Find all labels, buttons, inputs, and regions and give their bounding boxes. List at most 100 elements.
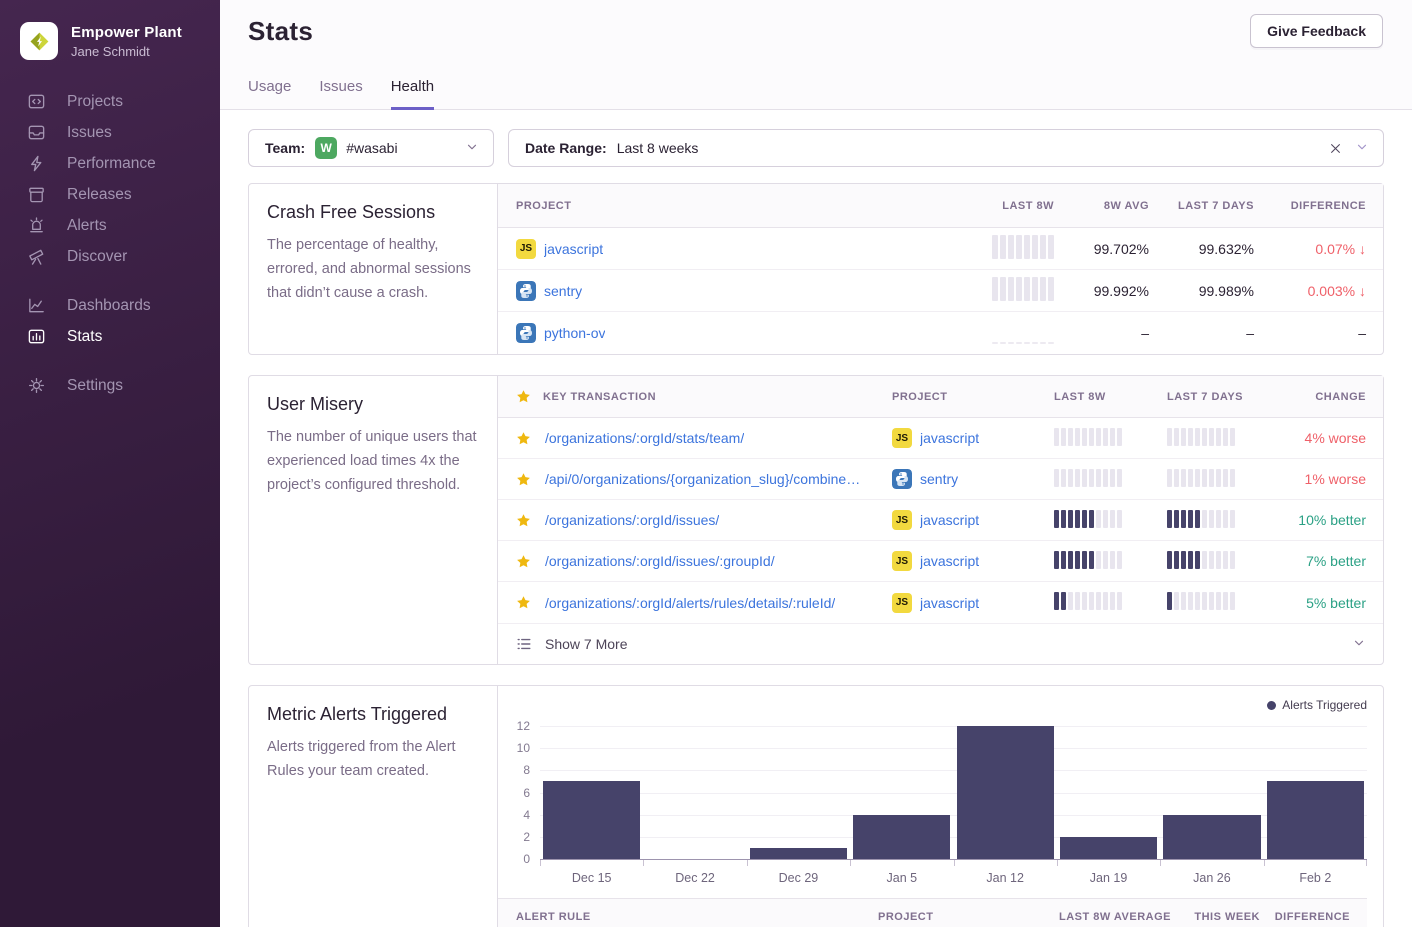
spark-bar [1082,592,1087,610]
page-content: Team: W #wasabi Date Range: Last 8 weeks [220,110,1412,927]
last-8w-sparkline-cell [934,235,1054,262]
tab-usage[interactable]: Usage [248,78,291,110]
key-transaction-star-icon[interactable] [516,595,531,610]
y-axis-tick-label: 6 [494,786,530,800]
list-icon [516,636,532,652]
project-link[interactable]: javascript [920,512,979,528]
sidebar-item-dashboards[interactable]: Dashboards [0,290,220,321]
last-7-days-cell: 99.632% [1149,241,1254,257]
tab-issues[interactable]: Issues [319,78,362,110]
transaction-link[interactable]: /organizations/:orgId/issues/:groupId/ [545,553,775,569]
spark-bar [1117,510,1122,528]
project-link[interactable]: javascript [920,430,979,446]
sidebar-item-issues[interactable]: Issues [0,117,220,148]
spark-bar [1068,510,1073,528]
project-link[interactable]: python-ov [544,325,605,341]
x-axis-label-jan-19: Jan 19 [1090,871,1128,885]
page-header: Stats Give Feedback UsageIssuesHealth [220,0,1412,110]
spark-bar [1024,235,1030,259]
transaction-link[interactable]: /organizations/:orgId/alerts/rules/detai… [545,595,835,611]
sidebar-item-label: Projects [67,93,123,111]
key-transaction-cell: /organizations/:orgId/alerts/rules/detai… [516,595,892,611]
spark-bar [1195,592,1200,610]
spark-bar [1068,592,1073,610]
spark-bar [1089,592,1094,610]
team-select-label: Team: [265,140,305,156]
spark-bar [1082,510,1087,528]
sidebar-item-releases[interactable]: Releases [0,179,220,210]
spark-bar [1230,510,1235,528]
spark-bar [1188,469,1193,487]
spark-bar [1209,592,1214,610]
spark-bar [1110,592,1115,610]
spark-bar [1061,428,1066,446]
spark-bar [1054,469,1059,487]
project-link[interactable]: sentry [920,471,958,487]
spark-bar [1103,469,1108,487]
sidebar-nav: Projects Issues PerformanceReleasesAlerts D… [0,86,220,401]
clear-date-range-icon[interactable] [1325,138,1345,158]
x-axis-label-feb-2: Feb 2 [1299,871,1331,885]
sidebar-item-label: Dashboards [67,297,151,315]
sidebar-item-stats[interactable]: Stats [0,321,220,352]
filter-bar: Team: W #wasabi Date Range: Last 8 weeks [248,129,1384,167]
spark-bar [1202,469,1207,487]
bar-feb-2 [1267,781,1364,859]
key-transaction-star-icon[interactable] [516,554,531,569]
spark-bar [1230,592,1235,610]
spark-bar [1181,428,1186,446]
project-link[interactable]: sentry [544,283,582,299]
chevron-down-icon [1355,140,1369,157]
column-header-difference: DIFFERENCE [1260,911,1350,923]
sidebar-item-alerts[interactable]: Alerts [0,210,220,241]
dashboards-icon [27,296,46,315]
column-header-project: PROJECT [892,391,1054,403]
sidebar-item-label: Discover [67,248,127,266]
show-more-row[interactable]: Show 7 More [498,623,1383,664]
spark-bar [1024,342,1030,344]
project-link[interactable]: javascript [544,241,603,257]
tab-health[interactable]: Health [391,78,434,110]
user-misery-description-panel: User Misery The number of unique users t… [249,376,498,664]
spark-bar [1048,342,1054,344]
issues-icon [27,123,46,142]
spark-bar [1110,469,1115,487]
sidebar-item-label: Issues [67,124,112,142]
project-link[interactable]: javascript [920,553,979,569]
sidebar-item-settings[interactable]: Settings [0,370,220,401]
sidebar-item-performance[interactable]: Performance [0,148,220,179]
alerts-icon [27,216,46,235]
give-feedback-button[interactable]: Give Feedback [1250,14,1383,48]
org-switcher[interactable]: Empower Plant Jane Schmidt [0,0,220,60]
column-header-alert-rule: ALERT RULE [516,911,878,923]
change-value: 10% better [1298,512,1366,528]
spark-bar [1103,428,1108,446]
difference-cell: 0.07% ↓ [1254,241,1366,257]
last-7-days-cell: 99.989% [1149,283,1254,299]
spark-bar [1181,551,1186,569]
last-8w-sparkline-cell [934,320,1054,347]
column-header-last-8w: LAST 8W [1054,391,1167,403]
sparkline [1054,469,1122,487]
project-cell: python-ov [516,323,934,343]
sidebar-item-projects[interactable]: Projects [0,86,220,117]
bar-jan-12 [957,726,1054,859]
key-transaction-star-icon[interactable] [516,431,531,446]
spark-bar [1068,551,1073,569]
sidebar-item-discover[interactable]: Discover [0,241,220,272]
spark-bar [1216,551,1221,569]
spark-bar [1089,510,1094,528]
spark-bar [1075,428,1080,446]
spark-bar [1008,342,1014,344]
project-link[interactable]: javascript [920,595,979,611]
date-range-select[interactable]: Date Range: Last 8 weeks [508,129,1384,167]
team-select[interactable]: Team: W #wasabi [248,129,494,167]
transaction-link[interactable]: /organizations/:orgId/issues/ [545,512,719,528]
transaction-link[interactable]: /api/0/organizations/{organization_slug}… [545,471,860,487]
key-transaction-star-icon[interactable] [516,513,531,528]
spark-bar [1054,551,1059,569]
spark-bar [1000,342,1006,344]
section-title: User Misery [267,394,479,415]
key-transaction-star-icon[interactable] [516,472,531,487]
transaction-link[interactable]: /organizations/:orgId/stats/team/ [545,430,744,446]
